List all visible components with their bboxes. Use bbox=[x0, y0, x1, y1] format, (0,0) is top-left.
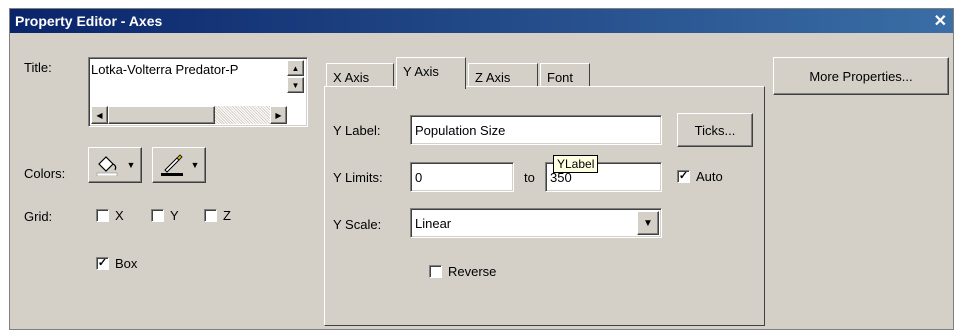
grid-x-label: X bbox=[115, 208, 124, 223]
title-textbox[interactable]: Lotka-Volterra Predator-P ▲ ▼ ◀ ▶ bbox=[88, 57, 308, 127]
y-label-input[interactable]: Population Size bbox=[410, 115, 662, 145]
close-icon[interactable]: ✕ bbox=[934, 11, 947, 31]
tab-label: Y Axis bbox=[403, 64, 439, 79]
y-scale-label: Y Scale: bbox=[333, 217, 382, 232]
scroll-down-icon[interactable]: ▼ bbox=[287, 77, 304, 93]
y-label-label: Y Label: bbox=[333, 123, 381, 138]
ticks-button[interactable]: Ticks... bbox=[677, 113, 753, 147]
colors-label: Colors: bbox=[24, 166, 66, 181]
grid-label: Grid: bbox=[24, 209, 53, 224]
tab-z-axis[interactable]: Z Axis bbox=[468, 63, 538, 87]
grid-y-checkbox[interactable] bbox=[151, 209, 164, 222]
scroll-right-icon[interactable]: ▶ bbox=[270, 106, 287, 124]
tab-y-axis[interactable]: Y Axis bbox=[396, 57, 466, 89]
tab-label: Z Axis bbox=[475, 70, 511, 85]
y-limit-min-text: 0 bbox=[415, 170, 423, 185]
dropdown-arrow-icon: ▼ bbox=[190, 160, 200, 170]
property-editor-window: Property Editor - Axes ✕ Title: Lotka-Vo… bbox=[9, 8, 954, 330]
fill-color-button[interactable]: ▼ bbox=[88, 147, 142, 183]
title-text: Lotka-Volterra Predator-P bbox=[91, 62, 239, 77]
reverse-checkbox[interactable] bbox=[429, 265, 442, 278]
tab-x-axis[interactable]: X Axis bbox=[326, 63, 394, 87]
edge-color-button[interactable]: ▼ bbox=[152, 147, 206, 183]
paint-bucket-icon bbox=[96, 156, 117, 176]
title-label: Title: bbox=[24, 60, 52, 75]
ylabel-tooltip: YLabel bbox=[553, 155, 599, 173]
y-axis-panel: Y Label: Population Size Ticks... Y Limi… bbox=[324, 86, 765, 326]
pen-color-icon bbox=[160, 154, 183, 176]
reverse-label: Reverse bbox=[448, 264, 497, 279]
window-title: Property Editor - Axes bbox=[15, 13, 163, 29]
box-checkbox[interactable]: ✓ bbox=[96, 257, 109, 270]
y-limit-min-input[interactable]: 0 bbox=[410, 162, 514, 192]
auto-label: Auto bbox=[696, 169, 723, 184]
grid-y-label: Y bbox=[170, 208, 179, 223]
to-label: to bbox=[524, 170, 535, 185]
tab-font[interactable]: Font bbox=[540, 63, 590, 87]
dropdown-arrow-icon[interactable]: ▼ bbox=[637, 211, 659, 235]
dropdown-arrow-icon: ▼ bbox=[126, 160, 136, 170]
box-label: Box bbox=[115, 256, 138, 271]
auto-checkbox[interactable]: ✓ bbox=[677, 170, 690, 183]
y-limits-label: Y Limits: bbox=[333, 170, 383, 185]
grid-z-checkbox[interactable] bbox=[204, 209, 217, 222]
grid-z-label: Z bbox=[223, 208, 231, 223]
title-bar: Property Editor - Axes ✕ bbox=[10, 9, 953, 33]
tab-label: X Axis bbox=[333, 70, 370, 85]
scroll-thumb[interactable] bbox=[108, 106, 215, 124]
grid-x-checkbox[interactable] bbox=[96, 209, 109, 222]
more-properties-button[interactable]: More Properties... bbox=[773, 57, 949, 95]
scroll-left-icon[interactable]: ◀ bbox=[91, 106, 108, 124]
tab-label: Font bbox=[547, 70, 574, 85]
y-scale-value: Linear bbox=[415, 216, 452, 231]
scroll-up-icon[interactable]: ▲ bbox=[287, 60, 304, 76]
y-label-text: Population Size bbox=[415, 123, 506, 138]
y-scale-select[interactable]: Linear ▼ bbox=[410, 208, 662, 238]
